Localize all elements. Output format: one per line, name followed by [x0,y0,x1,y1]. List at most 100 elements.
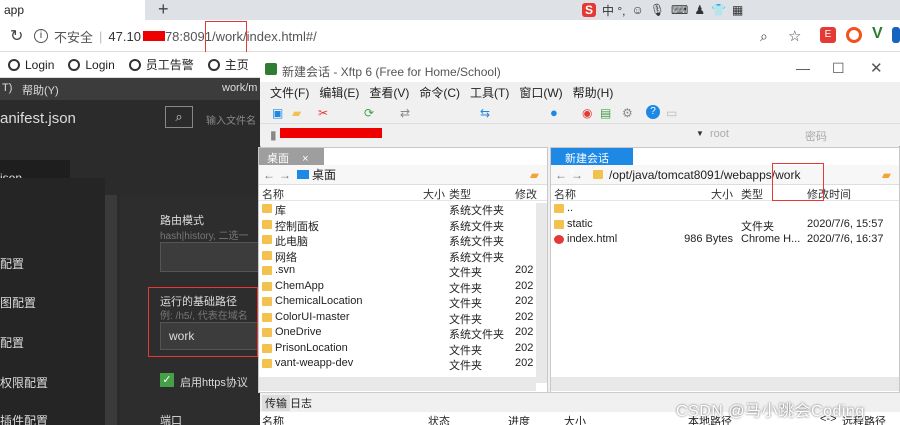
forward-icon[interactable]: → [279,168,291,182]
chat-icon[interactable]: ▭ [666,106,677,120]
extension-vue-icon[interactable]: V [872,25,883,43]
file-row[interactable]: ChemApp 文件夹 202 [259,279,547,295]
search-icon[interactable]: ⌕ [165,106,193,128]
close-icon[interactable]: ✕ [870,59,883,77]
sidebar-scrollbar[interactable] [105,195,117,425]
ime-grid-icon[interactable]: ▦ [732,3,743,17]
menu-tools[interactable]: 工具(T) [470,84,509,101]
tab-log[interactable]: 日志 [290,395,312,411]
file-row[interactable]: index.html 986 Bytes Chrome H... 2020/7/6, … [551,232,899,248]
menu-command[interactable]: 命令(C) [419,84,460,101]
file-row[interactable]: 库系统文件夹 [259,201,547,217]
file-row[interactable]: static 文件夹 2020/7/6, 15:57 [551,217,899,233]
editor-menu-tools[interactable]: T) [2,82,12,94]
zoom-icon[interactable]: ⌕ [760,28,768,45]
file-row[interactable]: OneDrive 系统文件夹 202 [259,325,547,341]
browser-tab-active[interactable]: app [0,0,145,20]
xshell-icon[interactable]: ◉ [582,106,592,120]
col-name[interactable]: 名称 [262,413,284,425]
search-input[interactable]: 输入文件名 [206,112,256,127]
folder-up-icon[interactable]: ▰ [882,168,891,182]
reload-icon[interactable]: ↻ [10,26,23,46]
user-input[interactable]: root [710,128,729,140]
new-session-icon[interactable]: ▣ [272,106,283,120]
menu-window[interactable]: 窗口(W) [519,84,562,101]
col-status[interactable]: 状态 [428,413,450,425]
host-dropdown-icon[interactable]: ▼ [696,129,704,138]
extension-blue-icon[interactable] [892,27,900,43]
open-folder-icon[interactable]: ▰ [292,106,301,120]
remote-path-bar[interactable]: ← → /opt/java/tomcat8091/webapps/work ▰ [551,165,899,185]
menu-help[interactable]: 帮助(H) [573,84,614,101]
tab-local-desktop[interactable]: 桌面 × [259,148,324,165]
extension-opera-icon[interactable] [846,27,862,43]
local-path-bar[interactable]: ← → 桌面 ▰ [259,165,547,185]
ime-user-icon[interactable]: ♟ [694,3,705,17]
col-progress[interactable]: 进度 [508,413,530,425]
file-row[interactable]: ColorUI-master 文件夹 202 [259,310,547,326]
globe-icon[interactable]: ● [550,105,558,120]
menu-file[interactable]: 文件(F) [270,84,309,101]
sidebar-item[interactable]: 图配置 [0,294,36,311]
transfer-icon[interactable]: ⇄ [400,106,410,120]
sidebar-item[interactable]: 插件配置 [0,412,48,425]
col-type[interactable]: 类型 [741,186,763,202]
col-name[interactable]: 名称 [262,186,284,202]
help-icon[interactable]: ? [646,105,660,119]
maximize-icon[interactable]: ☐ [832,60,845,77]
minimize-icon[interactable]: — [796,60,810,76]
sync-icon[interactable]: ⇆ [480,106,490,120]
file-row[interactable]: 控制面板 系统文件夹 [259,217,547,233]
remote-hscrollbar[interactable] [551,377,899,391]
col-name[interactable]: 名称 [554,186,576,202]
close-tab-icon[interactable]: × [302,153,308,165]
tab-remote-session[interactable]: 新建会话 × [551,148,633,178]
address-bar[interactable]: i 不安全 | 47.10 78:8091/ work /index.html#… [34,24,774,48]
col-type[interactable]: 类型 [449,186,471,202]
ime-skin-icon[interactable]: 👕 [711,3,726,17]
bookmark-item[interactable]: 主页 [207,56,249,73]
bookmark-star-icon[interactable]: ☆ [788,27,801,45]
tab-transfer[interactable]: 传输 [262,395,290,411]
col-size[interactable]: 大小 [711,186,733,202]
password-input[interactable]: 密码 [805,128,827,144]
local-hscrollbar[interactable] [259,377,536,391]
xftp-logo-icon [265,63,277,75]
route-mode-select[interactable] [160,242,260,272]
https-checkbox[interactable]: ✓ [160,373,174,387]
file-row[interactable]: 网络 系统文件夹 [259,248,547,264]
col-modified[interactable]: 修改 [515,186,537,202]
file-row[interactable]: 此电脑 系统文件夹 [259,232,547,248]
menu-edit[interactable]: 编辑(E) [319,84,359,101]
file-row[interactable]: .svn 文件夹 202 [259,263,547,279]
file-row[interactable]: PrisonLocation 文件夹 202 [259,341,547,357]
back-icon[interactable]: ← [555,168,567,182]
folder-up-icon[interactable]: ▰ [530,168,539,182]
col-size[interactable]: 大小 [564,413,586,425]
editor-menu-help[interactable]: 帮助(Y) [22,82,59,98]
ime-keyboard-icon[interactable]: ⌨ [671,3,688,17]
refresh-icon[interactable]: ⟳ [364,106,374,120]
extension-red-icon[interactable]: E [820,27,836,43]
menu-view[interactable]: 查看(V) [369,84,409,101]
new-tab-button[interactable]: + [158,0,169,20]
local-vscrollbar[interactable] [536,203,547,383]
connect-icon[interactable]: ✂ [318,106,328,120]
bookmark-item[interactable]: 员工告警 [128,56,194,73]
sidebar-item[interactable]: 配置 [0,255,24,272]
ime-emoji-icon[interactable]: ☺ [631,3,643,17]
monitor-icon[interactable]: ▤ [600,106,611,120]
sidebar-item[interactable]: 权限配置 [0,374,48,391]
settings-icon[interactable]: ⚙ [622,106,633,120]
sidebar-item[interactable]: 配置 [0,334,24,351]
bookmark-item[interactable]: Login [68,58,115,72]
file-row[interactable]: vant-weapp-dev 文件夹 202 [259,356,547,372]
file-row[interactable]: ChemicalLocation 文件夹 202 [259,294,547,310]
file-row[interactable]: .. [551,201,899,217]
ime-mic-icon[interactable]: 🎙 [650,3,665,17]
info-icon[interactable]: i [34,29,48,43]
col-size[interactable]: 大小 [423,186,445,202]
back-icon[interactable]: ← [263,168,275,182]
forward-icon[interactable]: → [571,168,583,182]
bookmark-item[interactable]: Login [8,58,54,72]
